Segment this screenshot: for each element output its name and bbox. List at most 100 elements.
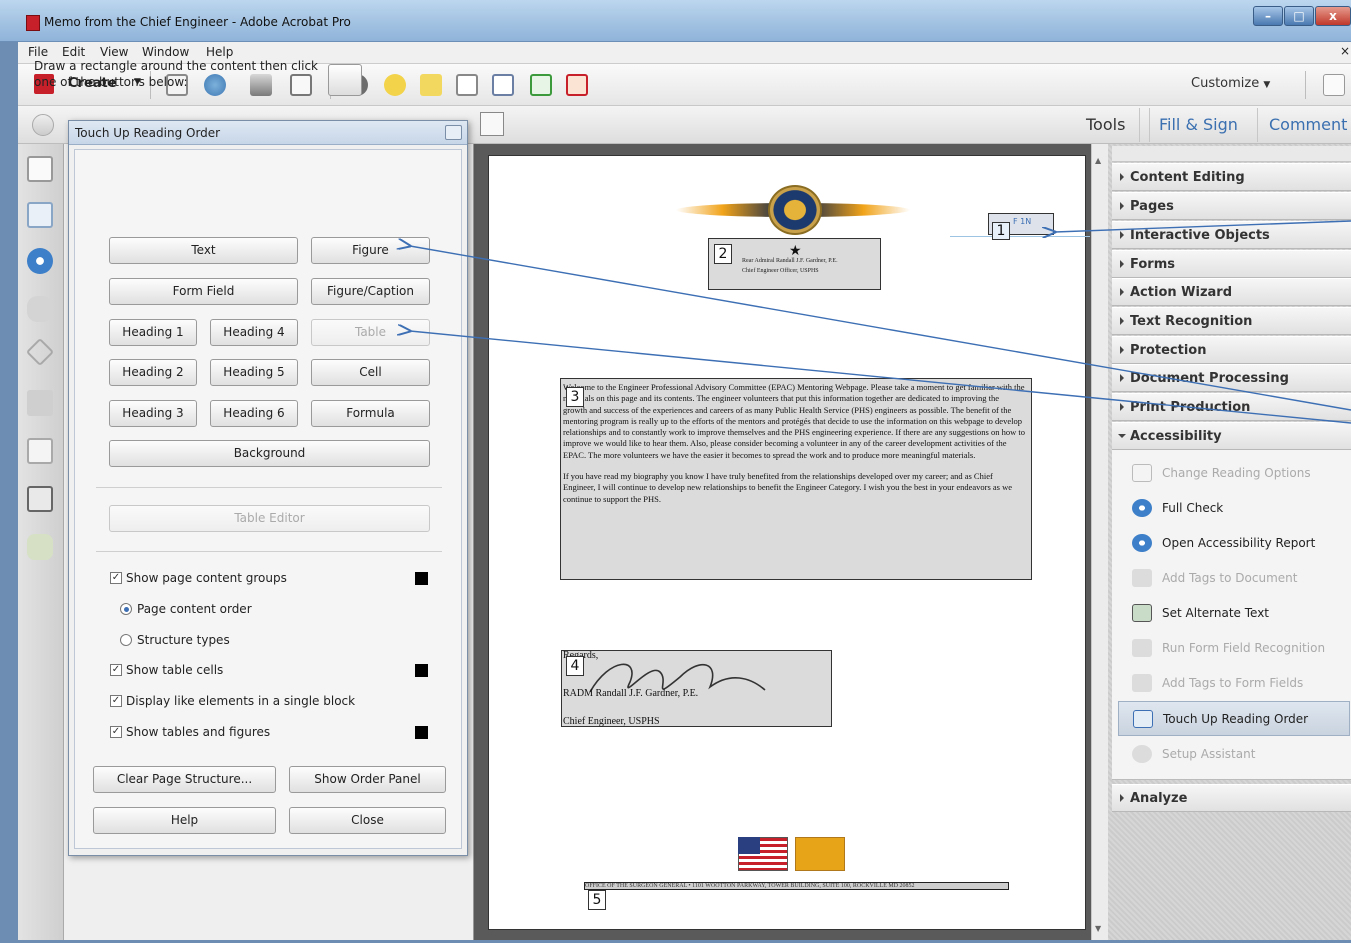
heading-3-button[interactable]: Heading 3 — [109, 400, 197, 427]
tables-figures-color-swatch[interactable] — [415, 726, 428, 739]
help-button[interactable]: Help — [93, 807, 276, 834]
clear-page-structure-button[interactable]: Clear Page Structure... — [93, 766, 276, 793]
section-pages[interactable]: Pages — [1112, 192, 1351, 220]
tab-comment[interactable]: Comment — [1269, 115, 1347, 134]
touch-up-reading-order-dialog: Touch Up Reading Order — [68, 120, 468, 856]
heading-4-button[interactable]: Heading 4 — [210, 319, 298, 346]
previous-page-icon[interactable] — [32, 114, 54, 136]
vertical-scrollbar[interactable]: ▲ ▼ — [1091, 144, 1108, 940]
show-order-panel-button[interactable]: Show Order Panel — [289, 766, 446, 793]
expand-icon[interactable] — [1323, 74, 1345, 96]
menu-window[interactable]: Window — [142, 45, 189, 59]
section-document-processing[interactable]: Document Processing — [1112, 364, 1351, 392]
cell-button[interactable]: Cell — [311, 359, 430, 386]
tab-tools[interactable]: Tools — [1086, 115, 1125, 134]
signatures-icon[interactable] — [27, 390, 53, 416]
export-icon[interactable] — [530, 74, 552, 96]
heading-2-button[interactable]: Heading 2 — [109, 359, 197, 386]
customize-dropdown[interactable]: Customize ▼ — [1191, 76, 1270, 91]
destinations-icon[interactable] — [27, 534, 53, 560]
section-interactive-objects[interactable]: Interactive Objects — [1112, 221, 1351, 249]
close-window-button[interactable]: x — [1315, 6, 1351, 26]
table-button[interactable]: Table — [311, 319, 430, 346]
section-analyze[interactable]: Analyze — [1112, 784, 1351, 812]
table-editor-button[interactable]: Table Editor — [109, 505, 430, 532]
section-forms[interactable]: Forms — [1112, 250, 1351, 278]
fit-page-icon[interactable] — [480, 112, 504, 136]
section-label: Protection — [1130, 343, 1207, 358]
add-tags-to-document-item[interactable]: Add Tags to Document — [1112, 561, 1351, 596]
tag-number-3: 3 — [566, 387, 584, 407]
pane-header-strip — [1112, 146, 1351, 162]
ref-text: F 1N — [1013, 217, 1032, 226]
formula-button[interactable]: Formula — [311, 400, 430, 427]
section-protection[interactable]: Protection — [1112, 336, 1351, 364]
structure-types-radio[interactable] — [120, 634, 132, 646]
page-content-order-radio[interactable] — [120, 603, 132, 615]
footer-address[interactable]: OFFICE OF THE SURGEON GENERAL • 1101 WOO… — [584, 882, 1009, 890]
menu-edit[interactable]: Edit — [62, 45, 85, 59]
close-button[interactable]: Close — [289, 807, 446, 834]
sticky-note-icon[interactable] — [420, 74, 442, 96]
page-thumbnails-icon[interactable] — [27, 156, 53, 182]
item-label: Set Alternate Text — [1162, 606, 1270, 620]
content-icon[interactable] — [27, 438, 53, 464]
menu-help[interactable]: Help — [206, 45, 233, 59]
form-field-button[interactable]: Form Field — [109, 278, 298, 305]
set-alternate-text-item[interactable]: Set Alternate Text — [1112, 596, 1351, 631]
menu-view[interactable]: View — [100, 45, 128, 59]
reading-order-tool-icon[interactable] — [328, 64, 362, 96]
full-check-item[interactable]: Full Check — [1112, 491, 1351, 526]
open-accessibility-report-item[interactable]: Open Accessibility Report — [1112, 526, 1351, 561]
magnifier-icon — [1132, 745, 1152, 763]
change-reading-options-item[interactable]: Change Reading Options — [1112, 456, 1351, 491]
heading-1-button[interactable]: Heading 1 — [109, 319, 197, 346]
dialog-collapse-icon[interactable] — [445, 125, 462, 140]
toolbar-divider — [1305, 71, 1306, 99]
section-label: Content Editing — [1130, 170, 1245, 185]
figure-caption-button[interactable]: Figure/Caption — [311, 278, 430, 305]
figure-button[interactable]: Figure — [311, 237, 430, 264]
item-label: Change Reading Options — [1162, 466, 1311, 480]
touch-up-reading-order-item[interactable]: Touch Up Reading Order — [1118, 701, 1350, 736]
section-action-wizard[interactable]: Action Wizard — [1112, 278, 1351, 306]
scroll-down-icon[interactable]: ▼ — [1095, 924, 1101, 933]
add-tags-to-form-fields-item[interactable]: Add Tags to Form Fields — [1112, 666, 1351, 701]
setup-assistant-item[interactable]: Setup Assistant — [1112, 737, 1351, 772]
document-search-icon[interactable] — [492, 74, 514, 96]
maximize-button[interactable]: □ — [1284, 6, 1314, 26]
bookmarks-icon[interactable] — [27, 202, 53, 228]
section-label: Pages — [1130, 199, 1174, 214]
section-content-editing[interactable]: Content Editing — [1112, 163, 1351, 191]
content-groups-color-swatch[interactable] — [415, 572, 428, 585]
table-cells-color-swatch[interactable] — [415, 664, 428, 677]
run-form-field-recognition-item[interactable]: Run Form Field Recognition — [1112, 631, 1351, 666]
scroll-up-icon[interactable]: ▲ — [1095, 156, 1101, 165]
attachments-icon[interactable] — [27, 296, 53, 322]
show-table-cells-checkbox[interactable]: ✓ — [110, 664, 122, 676]
text-button[interactable]: Text — [109, 237, 298, 264]
document-icon[interactable] — [456, 74, 478, 96]
chevron-right-icon — [1120, 202, 1124, 210]
background-button[interactable]: Background — [109, 440, 430, 467]
section-text-recognition[interactable]: Text Recognition — [1112, 307, 1351, 335]
heading-6-button[interactable]: Heading 6 — [210, 400, 298, 427]
signature-name: RADM Randall J.F. Gardner, P.E. — [563, 688, 699, 699]
star-icon: ★ — [789, 243, 802, 259]
tags-icon[interactable] — [27, 248, 53, 274]
layers-icon[interactable] — [25, 337, 55, 367]
section-print-production[interactable]: Print Production — [1112, 393, 1351, 421]
show-tables-figures-checkbox[interactable]: ✓ — [110, 726, 122, 738]
tab-fill-sign[interactable]: Fill & Sign — [1159, 115, 1238, 134]
show-page-content-groups-checkbox[interactable]: ✓ — [110, 572, 122, 584]
comment-icon[interactable] — [384, 74, 406, 96]
display-like-elements-checkbox[interactable]: ✓ — [110, 695, 122, 707]
minimize-button[interactable]: – — [1253, 6, 1283, 26]
menu-file[interactable]: File — [28, 45, 48, 59]
heading-5-button[interactable]: Heading 5 — [210, 359, 298, 386]
section-accessibility[interactable]: Accessibility — [1112, 422, 1351, 450]
close-document-icon[interactable]: × — [1340, 44, 1350, 58]
form-icon[interactable] — [566, 74, 588, 96]
show-page-content-groups-label: Show page content groups — [126, 571, 287, 585]
order-icon[interactable] — [27, 486, 53, 512]
